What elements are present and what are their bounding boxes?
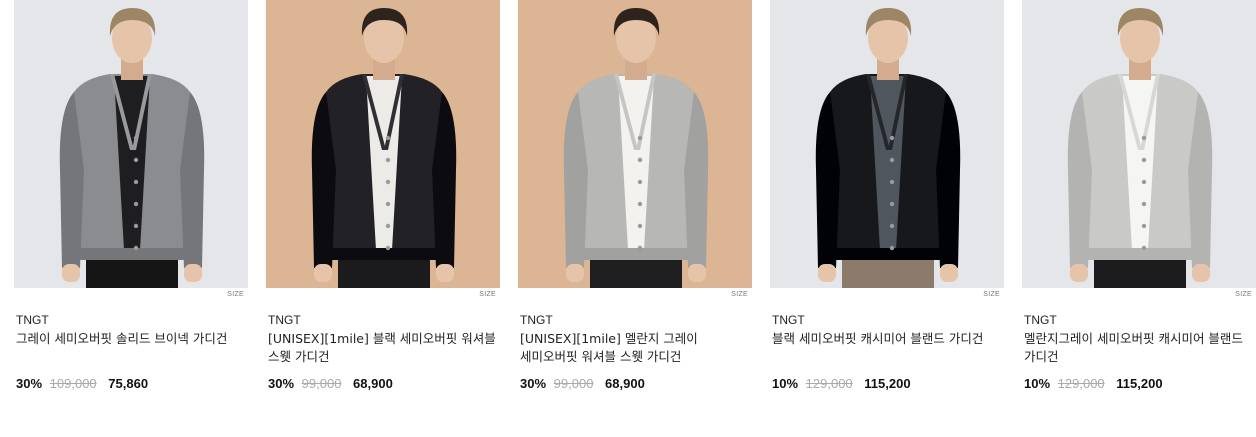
button-detail bbox=[133, 201, 139, 207]
sale-price: 68,900 bbox=[605, 376, 645, 391]
product-image[interactable] bbox=[266, 0, 500, 288]
button-detail bbox=[133, 157, 139, 163]
product-name[interactable]: [UNISEX][1mile] 블랙 세미오버핏 워셔블 스웻 가디건 bbox=[268, 330, 496, 366]
button-detail bbox=[1141, 179, 1147, 185]
discount-rate: 30% bbox=[520, 376, 547, 391]
product-brand[interactable]: TNGT bbox=[520, 313, 553, 327]
button-detail bbox=[889, 135, 895, 141]
size-label[interactable]: SIZE bbox=[731, 291, 748, 298]
button-detail bbox=[385, 201, 391, 207]
product-card[interactable]: SIZE TNGT 블랙 세미오버핏 캐시미어 블랜드 가디건 10% 129,… bbox=[770, 0, 1004, 391]
discount-rate: 30% bbox=[268, 376, 295, 391]
button-detail bbox=[385, 223, 391, 229]
button-detail bbox=[889, 201, 895, 207]
right-hand bbox=[436, 264, 454, 282]
price-row: 30% 99,000 68,900 bbox=[520, 376, 645, 391]
product-name[interactable]: [UNISEX][1mile] 멜란지 그레이 세미오버핏 워셔블 스웻 가디건 bbox=[520, 330, 748, 366]
left-hand bbox=[566, 264, 584, 282]
cardigan-hem bbox=[68, 248, 196, 260]
price-row: 30% 109,000 75,860 bbox=[16, 376, 148, 391]
product-brand[interactable]: TNGT bbox=[1024, 313, 1057, 327]
button-detail bbox=[385, 245, 391, 251]
button-detail bbox=[1141, 223, 1147, 229]
original-price: 129,000 bbox=[805, 376, 853, 391]
cardigan-hem bbox=[320, 248, 448, 260]
size-label[interactable]: SIZE bbox=[1235, 291, 1252, 298]
right-hand bbox=[1192, 264, 1210, 282]
discount-rate: 10% bbox=[1024, 376, 1051, 391]
button-detail bbox=[637, 157, 643, 163]
button-detail bbox=[133, 223, 139, 229]
discount-rate: 10% bbox=[772, 376, 799, 391]
product-card[interactable]: SIZE TNGT 멜란지그레이 세미오버핏 캐시미어 블랜드 가디건 10% … bbox=[1022, 0, 1256, 391]
button-detail bbox=[889, 179, 895, 185]
original-price: 129,000 bbox=[1057, 376, 1105, 391]
product-image[interactable] bbox=[770, 0, 1004, 288]
cardigan-hem bbox=[824, 248, 952, 260]
left-hand bbox=[818, 264, 836, 282]
model-photo bbox=[770, 0, 1004, 288]
button-detail bbox=[133, 245, 139, 251]
button-detail bbox=[637, 179, 643, 185]
right-hand bbox=[184, 264, 202, 282]
original-price: 109,000 bbox=[49, 376, 97, 391]
model-photo bbox=[266, 0, 500, 288]
product-brand[interactable]: TNGT bbox=[772, 313, 805, 327]
button-detail bbox=[637, 135, 643, 141]
size-label[interactable]: SIZE bbox=[479, 291, 496, 298]
button-detail bbox=[385, 157, 391, 163]
price-row: 10% 129,000 115,200 bbox=[772, 376, 911, 391]
button-detail bbox=[385, 135, 391, 141]
product-card[interactable]: SIZE TNGT [UNISEX][1mile] 멜란지 그레이 세미오버핏 … bbox=[518, 0, 752, 391]
product-name[interactable]: 블랙 세미오버핏 캐시미어 블랜드 가디건 bbox=[772, 330, 1000, 348]
button-detail bbox=[133, 179, 139, 185]
right-hand bbox=[688, 264, 706, 282]
button-detail bbox=[385, 179, 391, 185]
product-card[interactable]: SIZE TNGT [UNISEX][1mile] 블랙 세미오버핏 워셔블 스… bbox=[266, 0, 500, 391]
button-detail bbox=[1141, 157, 1147, 163]
sale-price: 115,200 bbox=[1116, 376, 1163, 391]
button-detail bbox=[1141, 135, 1147, 141]
original-price: 99,000 bbox=[553, 376, 594, 391]
right-hand bbox=[940, 264, 958, 282]
size-label[interactable]: SIZE bbox=[983, 291, 1000, 298]
product-name[interactable]: 멜란지그레이 세미오버핏 캐시미어 블랜드 가디건 bbox=[1024, 330, 1252, 366]
size-label[interactable]: SIZE bbox=[227, 291, 244, 298]
button-detail bbox=[1141, 245, 1147, 251]
model-photo bbox=[14, 0, 248, 288]
button-detail bbox=[637, 201, 643, 207]
product-brand[interactable]: TNGT bbox=[268, 313, 301, 327]
discount-rate: 30% bbox=[16, 376, 43, 391]
button-detail bbox=[637, 223, 643, 229]
original-price: 99,000 bbox=[301, 376, 342, 391]
price-row: 10% 129,000 115,200 bbox=[1024, 376, 1163, 391]
model-photo bbox=[518, 0, 752, 288]
button-detail bbox=[637, 245, 643, 251]
sale-price: 75,860 bbox=[108, 376, 149, 391]
product-name[interactable]: 그레이 세미오버핏 솔리드 브이넥 가디건 bbox=[16, 330, 244, 348]
sale-price: 115,200 bbox=[864, 376, 911, 391]
sale-price: 68,900 bbox=[353, 376, 393, 391]
left-hand bbox=[62, 264, 80, 282]
product-image[interactable] bbox=[518, 0, 752, 288]
product-image[interactable] bbox=[14, 0, 248, 288]
left-hand bbox=[314, 264, 332, 282]
product-brand[interactable]: TNGT bbox=[16, 313, 49, 327]
button-detail bbox=[889, 245, 895, 251]
model-photo bbox=[1022, 0, 1256, 288]
button-detail bbox=[889, 223, 895, 229]
product-grid: SIZE TNGT 그레이 세미오버핏 솔리드 브이넥 가디건 30% 109,… bbox=[0, 0, 1256, 437]
product-image[interactable] bbox=[1022, 0, 1256, 288]
cardigan-hem bbox=[1076, 248, 1204, 260]
button-detail bbox=[133, 135, 139, 141]
button-detail bbox=[889, 157, 895, 163]
cardigan-hem bbox=[572, 248, 700, 260]
product-card[interactable]: SIZE TNGT 그레이 세미오버핏 솔리드 브이넥 가디건 30% 109,… bbox=[14, 0, 248, 391]
left-hand bbox=[1070, 264, 1088, 282]
price-row: 30% 99,000 68,900 bbox=[268, 376, 393, 391]
button-detail bbox=[1141, 201, 1147, 207]
